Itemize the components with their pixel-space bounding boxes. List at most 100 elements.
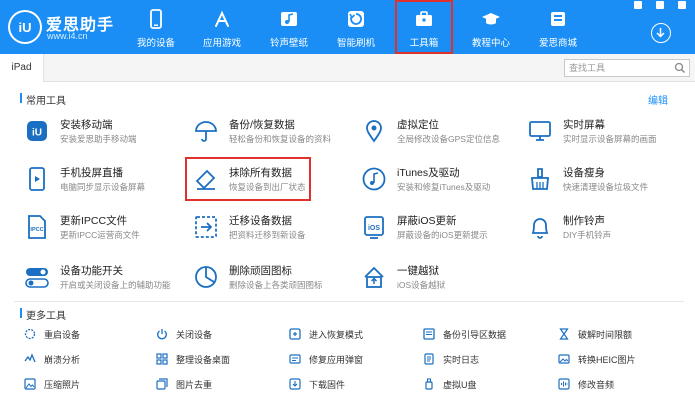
nav-label: 应用游戏 <box>202 38 241 49</box>
backup-boot-icon <box>423 328 435 340</box>
more-organize-desktop[interactable]: 整理设备桌面 <box>156 352 284 368</box>
phone-icon <box>150 9 162 29</box>
more-label: 实时日志 <box>443 355 480 365</box>
download-button[interactable] <box>651 23 671 43</box>
tool-make-ringtone[interactable]: 制作铃声 DIY手机铃声 <box>527 212 692 250</box>
tool-install-mobile[interactable]: iU 安装移动端 安装爱思助手移动端 <box>24 116 189 154</box>
hourglass-icon <box>559 328 569 340</box>
more-virtual-usb[interactable]: 虚拟U盘 <box>423 377 551 393</box>
tool-delete-stubborn-icons[interactable]: 删除顽固图标 删除设备上各类顽固图标 <box>193 262 358 300</box>
tool-desc: 安装爱思助手移动端 <box>60 134 137 144</box>
section-marker <box>20 308 22 318</box>
more-restart-device[interactable]: 重启设备 <box>24 327 152 343</box>
tool-name: 屏蔽iOS更新 <box>397 215 457 227</box>
more-crash-analysis[interactable]: 崩溃分析 <box>24 352 152 368</box>
tool-name: 更新IPCC文件 <box>60 215 128 227</box>
toolbox-icon <box>416 11 432 26</box>
arrow-down-icon <box>656 28 665 38</box>
tool-itunes-driver[interactable]: iTunes及驱动 安装和修复iTunes及驱动 <box>361 164 526 202</box>
more-label: 重启设备 <box>44 330 81 340</box>
tool-virtual-location[interactable]: 虚拟定位 全局修改设备GPS定位信息 <box>361 116 526 154</box>
i4-mobile-icon: iU <box>27 121 47 141</box>
tool-name: 实时屏幕 <box>563 119 605 131</box>
ipcc-file-icon: IPCC <box>28 215 46 239</box>
tool-name: iTunes及驱动 <box>397 167 460 179</box>
nav-ringtones-wallpapers[interactable]: 铃声壁纸 <box>260 0 318 54</box>
umbrella-icon <box>195 121 217 142</box>
more-label: 虚拟U盘 <box>443 380 477 390</box>
tab-ipad[interactable]: iPad <box>0 54 44 82</box>
more-crack-time-limit[interactable]: 破解时间限额 <box>558 327 686 343</box>
search-icon[interactable] <box>674 62 686 74</box>
tool-update-ipcc[interactable]: IPCC 更新IPCC文件 更新IPCC运营商文件 <box>24 212 189 250</box>
nav-tutorials[interactable]: 教程中心 <box>462 0 520 54</box>
common-tools-title: 常用工具 <box>26 96 66 107</box>
tool-jailbreak[interactable]: 一键越狱 iOS设备越狱 <box>361 262 526 300</box>
tool-desc: 更新IPCC运营商文件 <box>60 230 140 240</box>
tool-realtime-screen[interactable]: 实时屏幕 实时显示设备屏幕的画面 <box>527 116 692 154</box>
monitor-icon <box>529 121 551 141</box>
nav-smart-flash[interactable]: 智能刷机 <box>327 0 385 54</box>
app-logo: iU <box>8 10 42 44</box>
more-shutdown-device[interactable]: 关闭设备 <box>156 327 284 343</box>
more-label: 修改音频 <box>578 380 615 390</box>
device-tab-bar: iPad <box>0 54 695 82</box>
tool-backup-restore[interactable]: 备份/恢复数据 轻松备份和恢复设备的资料 <box>193 116 358 154</box>
nav-my-device[interactable]: 我的设备 <box>127 0 185 54</box>
more-label: 转换HEIC图片 <box>578 355 636 365</box>
nav-toolbox[interactable]: 工具箱 <box>395 0 453 54</box>
app-url: www.i4.cn <box>47 31 88 41</box>
more-edit-audio[interactable]: 修改音频 <box>558 377 686 393</box>
power-icon <box>157 329 167 340</box>
tool-desc: 全局修改设备GPS定位信息 <box>397 134 500 144</box>
more-recovery-mode[interactable]: 进入恢复模式 <box>289 327 417 343</box>
search-input[interactable] <box>565 60 671 76</box>
more-tools-title: 更多工具 <box>26 311 66 322</box>
edit-link[interactable]: 编辑 <box>648 92 668 107</box>
more-repair-app-popup[interactable]: 修复应用弹窗 <box>289 352 417 368</box>
tool-block-ios-update[interactable]: iOS 屏蔽iOS更新 屏蔽设备的iOS更新提示 <box>361 212 526 250</box>
tool-device-slimming[interactable]: 设备瘦身 快速清理设备垃圾文件 <box>527 164 692 202</box>
svg-text:iOS: iOS <box>368 225 380 232</box>
graduation-cap-icon <box>482 13 500 25</box>
more-label: 崩溃分析 <box>44 355 81 365</box>
tool-migrate-data[interactable]: 迁移设备数据 把资料迁移到新设备 <box>193 212 358 250</box>
tool-name: 迁移设备数据 <box>229 215 292 227</box>
app-store-icon <box>215 10 229 27</box>
tool-desc: 屏蔽设备的iOS更新提示 <box>397 230 488 240</box>
more-label: 压缩照片 <box>44 380 81 390</box>
more-dedupe-photos[interactable]: 图片去重 <box>156 377 284 393</box>
crash-icon <box>24 353 36 363</box>
shop-icon <box>551 12 565 26</box>
more-download-firmware[interactable]: 下载固件 <box>289 377 417 393</box>
tool-desc: 轻松备份和恢复设备的资料 <box>229 134 332 144</box>
more-compress-photos[interactable]: 压缩照片 <box>24 377 152 393</box>
more-label: 修复应用弹窗 <box>309 355 364 365</box>
tool-name: 设备瘦身 <box>563 167 605 179</box>
nav-shop[interactable]: 爱思商城 <box>529 0 587 54</box>
tool-screen-cast[interactable]: 手机投屏直播 电脑同步显示设备屏幕 <box>24 164 189 202</box>
more-label: 下载固件 <box>309 380 346 390</box>
dedupe-photo-icon <box>156 378 168 390</box>
more-realtime-log[interactable]: 实时日志 <box>423 352 551 368</box>
download-firmware-icon <box>289 378 301 390</box>
jailbreak-icon <box>364 266 384 288</box>
minimize-button[interactable] <box>634 1 642 9</box>
more-backup-boot[interactable]: 备份引导区数据 <box>423 327 551 343</box>
repair-popup-icon <box>289 354 301 364</box>
nav-apps-games[interactable]: 应用游戏 <box>193 0 251 54</box>
nav-label: 教程中心 <box>471 38 510 49</box>
bell-icon <box>531 218 549 239</box>
maximize-button[interactable] <box>656 1 664 9</box>
nav-label: 我的设备 <box>136 38 175 49</box>
tool-feature-switch[interactable]: 设备功能开关 开启或关闭设备上的辅助功能 <box>24 262 189 300</box>
music-wallpaper-icon <box>281 12 297 26</box>
close-button[interactable] <box>678 1 686 9</box>
more-convert-heic[interactable]: 转换HEIC图片 <box>558 352 686 368</box>
usb-drive-icon <box>425 378 433 390</box>
tool-desc: 快速清理设备垃圾文件 <box>563 182 649 192</box>
tool-desc: 开启或关闭设备上的辅助功能 <box>60 280 171 290</box>
section-marker <box>20 93 22 103</box>
migrate-icon <box>195 216 217 238</box>
tool-desc: 把资料迁移到新设备 <box>229 230 306 240</box>
